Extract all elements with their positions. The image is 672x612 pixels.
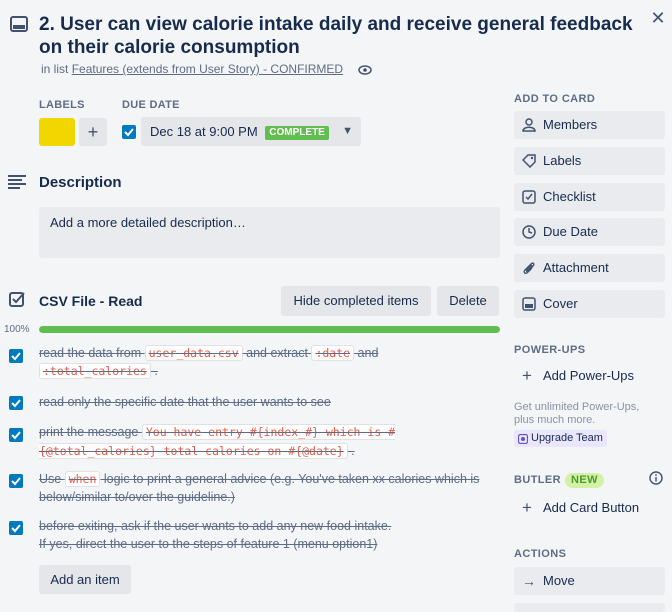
add-card-button-button[interactable]: + Add Card Button xyxy=(514,494,665,522)
checklist-item[interactable]: before exiting, ask if the user wants to… xyxy=(39,517,499,553)
list-breadcrumb: in list Features (extends from User Stor… xyxy=(41,62,373,76)
attachment-button[interactable]: Attachment xyxy=(514,254,665,282)
card-icon xyxy=(10,16,28,32)
move-button[interactable]: → Move xyxy=(514,567,665,595)
due-complete-checkbox[interactable] xyxy=(122,125,136,139)
tag-icon xyxy=(522,154,536,168)
checklist-button[interactable]: Checklist xyxy=(514,183,665,211)
checklist-item[interactable]: read only the specific date that the use… xyxy=(39,393,499,411)
in-list-prefix: in list xyxy=(41,62,69,76)
new-badge: NEW xyxy=(565,473,604,488)
item-checkbox[interactable] xyxy=(9,428,23,442)
add-to-card-heading: ADD TO CARD xyxy=(514,93,596,105)
cover-button[interactable]: Cover xyxy=(514,290,665,318)
plus-icon: + xyxy=(522,366,532,385)
progress-bar-fill xyxy=(39,326,500,333)
item-checkbox[interactable] xyxy=(9,474,23,488)
item-checkbox[interactable] xyxy=(9,521,23,535)
item-checkbox[interactable] xyxy=(9,349,23,363)
chevron-down-icon: ▼ xyxy=(342,125,353,137)
delete-checklist-button[interactable]: Delete xyxy=(437,286,499,316)
info-icon[interactable] xyxy=(649,471,663,485)
watch-eye-icon[interactable] xyxy=(358,65,373,75)
item-checkbox[interactable] xyxy=(9,396,23,410)
description-input[interactable]: Add a more detailed description… xyxy=(39,207,500,258)
due-date-value: Dec 18 at 9:00 PM xyxy=(150,124,258,139)
actions-heading: ACTIONS xyxy=(514,548,567,560)
label-yellow[interactable] xyxy=(39,118,75,146)
clock-icon xyxy=(522,225,536,239)
butler-heading: BUTLER NEW xyxy=(514,473,604,488)
checklist-title[interactable]: CSV File - Read xyxy=(39,293,142,309)
description-icon xyxy=(8,175,26,189)
checklist-item[interactable]: Use when logic to print a general advice… xyxy=(39,470,499,506)
checklist-icon xyxy=(522,190,536,204)
cover-icon xyxy=(522,297,536,311)
upgrade-icon xyxy=(518,434,528,444)
unlimited-text-2: plus much more. xyxy=(514,414,596,426)
plus-icon: + xyxy=(522,498,532,517)
progress-bar xyxy=(39,326,500,333)
checklist-item[interactable]: print the message You have entry #{index… xyxy=(39,423,499,461)
checklist-item[interactable]: read the data from user_data.csv and ext… xyxy=(39,344,499,380)
add-item-button[interactable]: Add an item xyxy=(39,565,131,594)
due-date-side-button[interactable]: Due Date xyxy=(514,218,665,246)
members-button[interactable]: Members xyxy=(514,111,665,139)
powerups-heading: POWER-UPS xyxy=(514,344,586,356)
add-powerups-button[interactable]: + Add Power-Ups xyxy=(514,362,665,390)
unlimited-text-1: Get unlimited Power-Ups, xyxy=(514,401,640,413)
arrow-right-icon: → xyxy=(522,573,536,589)
paperclip-icon xyxy=(523,262,535,274)
labels-button[interactable]: Labels xyxy=(514,147,665,175)
copy-button[interactable] xyxy=(514,603,665,612)
labels-heading: LABELS xyxy=(39,99,85,111)
checklist-icon xyxy=(9,292,25,307)
close-icon[interactable]: ✕ xyxy=(648,8,668,28)
person-icon xyxy=(522,118,536,132)
list-link[interactable]: Features (extends from User Story) - CON… xyxy=(72,62,343,76)
due-date-heading: DUE DATE xyxy=(122,99,180,111)
hide-completed-button[interactable]: Hide completed items xyxy=(281,286,431,316)
description-heading: Description xyxy=(39,174,122,191)
upgrade-team-button[interactable]: Upgrade Team xyxy=(514,430,607,447)
progress-percent: 100% xyxy=(4,324,30,335)
card-title[interactable]: 2. User can view calorie intake daily an… xyxy=(39,13,639,59)
complete-badge: COMPLETE xyxy=(265,126,329,140)
due-date-button[interactable]: Dec 18 at 9:00 PM COMPLETE ▼ xyxy=(141,117,361,146)
add-label-button[interactable]: + xyxy=(79,118,107,146)
